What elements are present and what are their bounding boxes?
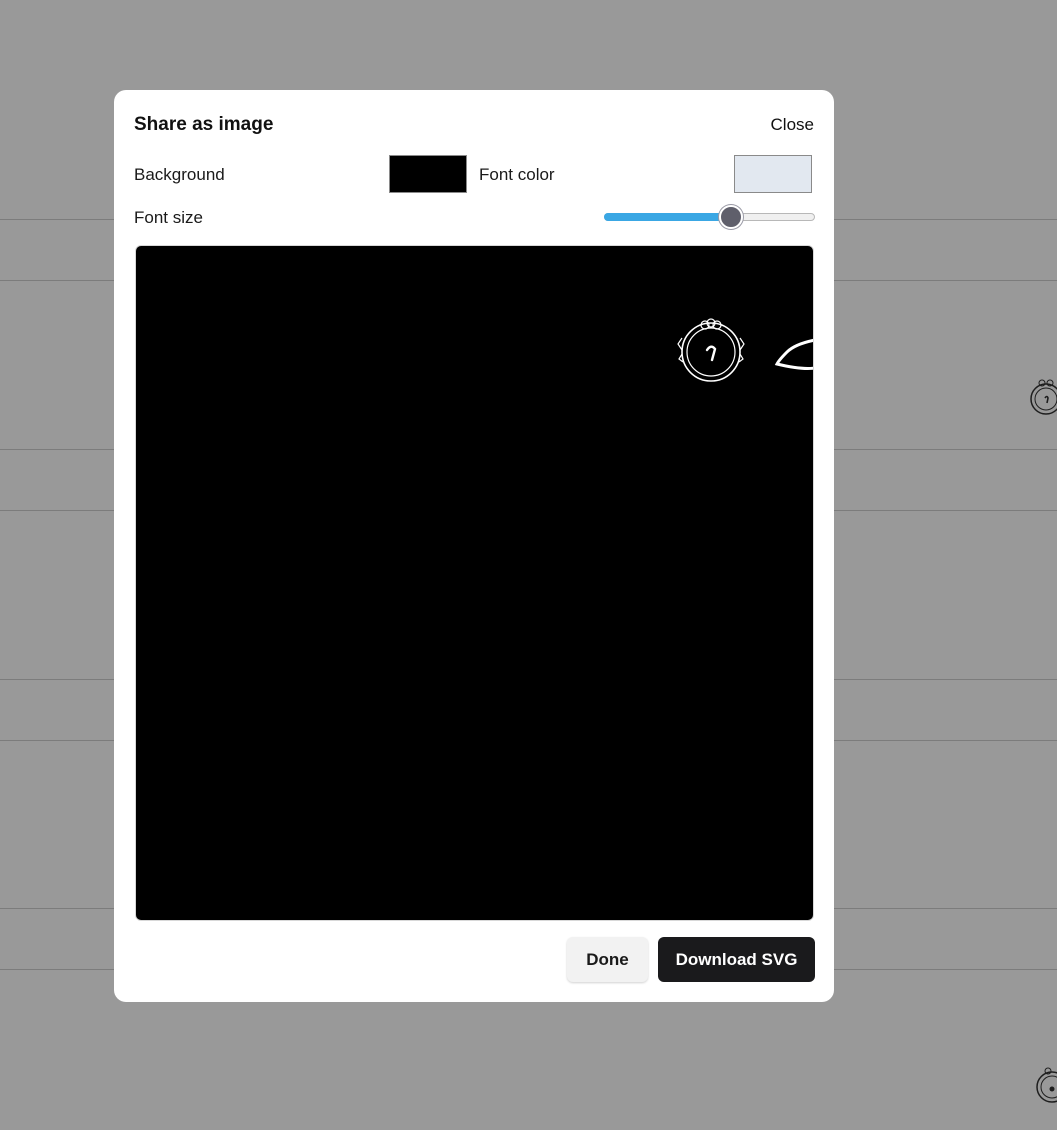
verse-end-medallion-icon <box>677 318 745 382</box>
font-color-label: Font color <box>479 165 555 184</box>
download-svg-button[interactable]: Download SVG <box>658 937 815 982</box>
text-stroke-fragment <box>774 338 813 370</box>
share-image-dialog: Share as image Close Background Font col… <box>114 90 834 1002</box>
background-color-picker[interactable] <box>389 155 467 193</box>
font-size-slider[interactable] <box>604 205 815 229</box>
font-color-picker[interactable] <box>734 155 812 193</box>
close-button[interactable]: Close <box>771 115 814 135</box>
font-size-label: Font size <box>134 208 203 227</box>
done-button[interactable]: Done <box>567 937 648 982</box>
slider-thumb[interactable] <box>718 205 743 229</box>
dialog-title: Share as image <box>134 114 274 135</box>
background-label: Background <box>134 165 225 184</box>
slider-fill <box>604 213 731 221</box>
image-preview <box>135 245 814 921</box>
preview-canvas <box>677 318 813 382</box>
